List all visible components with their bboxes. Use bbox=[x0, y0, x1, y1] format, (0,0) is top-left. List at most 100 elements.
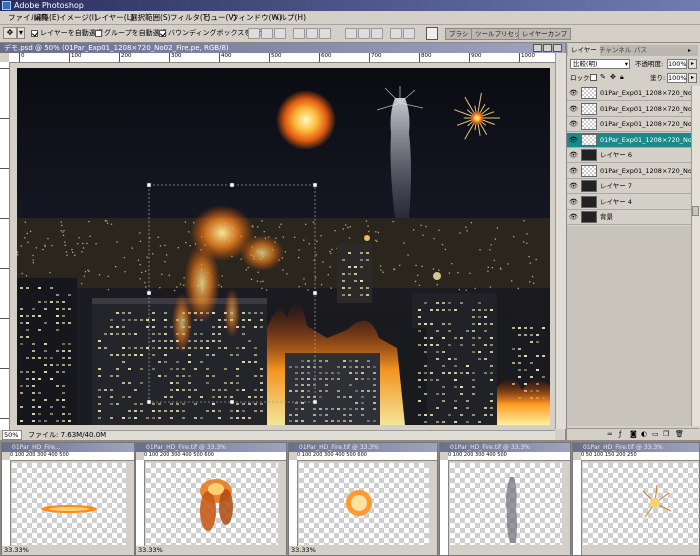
palette-menu-icon[interactable]: ▸ bbox=[688, 47, 696, 54]
small-doc-zoom[interactable]: 33.33% bbox=[2, 546, 31, 555]
align-bottom-icon[interactable] bbox=[274, 28, 286, 39]
tab-channels[interactable]: チャンネル bbox=[596, 45, 634, 56]
align-top-icon[interactable] bbox=[248, 28, 260, 39]
distribute-top-icon[interactable] bbox=[345, 28, 357, 39]
layer-row[interactable]: 👁︎ レイヤー 4 bbox=[567, 194, 691, 210]
vertical-scrollbar[interactable] bbox=[555, 53, 566, 429]
small-doc-zoom[interactable]: 33.33% bbox=[136, 546, 165, 555]
ruler-tick bbox=[0, 218, 9, 219]
small-doc-canvas[interactable] bbox=[146, 463, 278, 545]
blend-mode-select[interactable]: 比較(明) ▾ bbox=[570, 59, 630, 69]
ruler-label: 900 bbox=[471, 53, 482, 59]
ruler-label: 700 bbox=[371, 53, 382, 59]
menu-image[interactable]: イメージ(I) bbox=[59, 11, 97, 24]
ruler-tick bbox=[119, 53, 120, 62]
layers-empty-area bbox=[567, 226, 691, 426]
small-doc-canvas[interactable] bbox=[450, 463, 562, 545]
opacity-slider-icon[interactable]: ▸ bbox=[688, 59, 697, 69]
move-tool-icon[interactable]: ✥ bbox=[3, 27, 17, 39]
document-canvas[interactable] bbox=[17, 68, 550, 425]
horizontal-ruler: 0 100 200 300 400 500 600 700 800 900 1000 bbox=[9, 53, 555, 63]
fill-field[interactable]: 100% bbox=[667, 73, 687, 83]
auto-select-group-checkbox[interactable] bbox=[95, 30, 102, 37]
document-title-bar[interactable]: デモ.psd @ 50% (01Par_Exp01_1208×720_No02_… bbox=[0, 43, 565, 53]
layer-mask-icon[interactable]: ◙ bbox=[630, 430, 637, 438]
layer-row[interactable]: 👁︎ 01Par_Exp01_1208×720_No05 bbox=[567, 163, 700, 179]
visibility-eye-icon[interactable]: 👁︎ bbox=[569, 213, 578, 221]
small-doc-canvas[interactable] bbox=[12, 463, 126, 545]
small-doc-window-5[interactable]: 01Par_HD_Fire.tif @ 33.3% 0 50 100 150 2… bbox=[572, 442, 700, 556]
layer-row[interactable]: 👁︎ レイヤー 7 bbox=[567, 179, 691, 194]
align-right-icon[interactable] bbox=[319, 28, 331, 39]
distribute-bottom-icon[interactable] bbox=[371, 28, 383, 39]
new-layer-icon[interactable]: ❐ bbox=[663, 430, 669, 438]
adjustment-layer-icon[interactable]: ◐ bbox=[641, 430, 647, 438]
visibility-eye-icon[interactable]: 👁︎ bbox=[569, 167, 578, 175]
auto-select-layer-checkbox[interactable] bbox=[31, 30, 38, 37]
align-hcenter-icon[interactable] bbox=[306, 28, 318, 39]
lock-position-icon[interactable]: ✥ bbox=[610, 73, 616, 82]
menu-help[interactable]: ヘルプ(H) bbox=[272, 11, 306, 24]
show-bounding-box-checkbox[interactable] bbox=[159, 30, 166, 37]
ruler-label: 1000 bbox=[521, 53, 535, 59]
layer-row[interactable]: 👁︎ 01Par_Exp01_1208×720_No03 bbox=[567, 117, 700, 132]
night-city-explosion-image bbox=[17, 86, 550, 425]
layer-thumbnail bbox=[581, 149, 597, 161]
small-doc-window-2[interactable]: 01Par_HD_Fire.tif @ 33.3% 0 100 200 300 … bbox=[135, 442, 287, 556]
layer-name: レイヤー 4 bbox=[600, 197, 633, 206]
new-group-icon[interactable]: ▭ bbox=[652, 430, 659, 438]
visibility-eye-icon[interactable]: 👁︎ bbox=[569, 198, 578, 206]
palette-tab-brush[interactable]: ブラシ bbox=[445, 28, 473, 40]
fill-slider-icon[interactable]: ▸ bbox=[688, 73, 697, 83]
layer-name: 01Par_Exp01_1208×720_No05 bbox=[600, 89, 700, 97]
small-doc-zoom[interactable]: 33.33% bbox=[289, 546, 318, 555]
small-doc-vruler bbox=[289, 460, 298, 555]
layer-row[interactable]: 👁︎ 背景 bbox=[567, 210, 691, 225]
small-doc-canvas[interactable] bbox=[299, 463, 429, 545]
align-left-icon[interactable] bbox=[293, 28, 305, 39]
layer-name: レイヤー 7 bbox=[600, 182, 633, 190]
menu-edit[interactable]: 編集(E) bbox=[34, 11, 60, 24]
tool-preset-chevron-down-icon[interactable]: ▾ bbox=[17, 27, 25, 39]
visibility-eye-icon[interactable]: 👁︎ bbox=[569, 120, 578, 128]
layer-style-icon[interactable]: ƒ bbox=[619, 430, 621, 438]
trash-icon[interactable]: 🗑︎ bbox=[675, 430, 684, 438]
align-vcenter-icon[interactable] bbox=[261, 28, 273, 39]
lock-transparency-icon[interactable] bbox=[590, 74, 597, 81]
menu-layer[interactable]: レイヤー(L) bbox=[94, 11, 134, 24]
layer-thumbnail bbox=[581, 195, 597, 208]
lock-all-icon[interactable]: 🔒︎ bbox=[620, 73, 624, 82]
layer-row[interactable]: 👁︎ レイヤー 6 bbox=[567, 148, 691, 163]
small-doc-window-3[interactable]: 01Par_HD_Fire.tif @ 33.3% 0 100 200 300 … bbox=[288, 442, 438, 556]
lock-pixels-icon[interactable]: ✎ bbox=[600, 73, 606, 82]
palette-tab-layer-comps[interactable]: レイヤーカンプ bbox=[518, 28, 572, 40]
maximize-button[interactable] bbox=[543, 44, 552, 52]
link-layers-icon[interactable]: ∞ bbox=[607, 430, 613, 438]
photoshop-app-icon bbox=[2, 1, 11, 10]
opacity-field[interactable]: 100% bbox=[667, 59, 687, 69]
layer-row[interactable]: 👁︎ 01Par_Exp01_1208×720_No02 bbox=[567, 132, 700, 148]
visibility-eye-icon[interactable]: 👁︎ bbox=[569, 151, 578, 159]
visibility-eye-icon[interactable]: 👁︎ bbox=[569, 182, 578, 190]
ruler-label: 400 bbox=[221, 53, 232, 59]
close-button[interactable] bbox=[553, 44, 562, 52]
menu-select[interactable]: 選択範囲(S) bbox=[130, 11, 171, 24]
minimize-button[interactable] bbox=[533, 44, 542, 52]
tab-paths[interactable]: パス bbox=[631, 45, 650, 56]
small-doc-window-1[interactable]: 01Par_HD_Fire... 0 100 200 300 400 500 3… bbox=[1, 442, 135, 556]
distribute-center-icon[interactable] bbox=[358, 28, 370, 39]
visibility-eye-icon[interactable]: 👁︎ bbox=[569, 105, 578, 113]
zoom-field[interactable]: 50% bbox=[2, 430, 22, 440]
distribute-right-icon[interactable] bbox=[403, 28, 415, 39]
visibility-eye-icon[interactable]: 👁︎ bbox=[569, 136, 578, 144]
small-doc-window-4[interactable]: 01Par_HD_Fire.tif @ 33.3% 0 100 200 300 … bbox=[439, 442, 571, 556]
layer-thumbnail bbox=[581, 87, 597, 99]
ruler-tick bbox=[519, 53, 520, 62]
layer-row[interactable]: 👁︎ 01Par_Exp01_1208×720_No04 bbox=[567, 101, 700, 117]
small-doc-canvas[interactable] bbox=[583, 463, 699, 545]
layers-scrollbar[interactable] bbox=[691, 86, 700, 426]
layer-row[interactable]: 👁︎ 01Par_Exp01_1208×720_No05 bbox=[567, 86, 700, 101]
go-to-bridge-icon[interactable] bbox=[426, 27, 438, 40]
visibility-eye-icon[interactable]: 👁︎ bbox=[569, 89, 578, 97]
distribute-left-icon[interactable] bbox=[390, 28, 402, 39]
